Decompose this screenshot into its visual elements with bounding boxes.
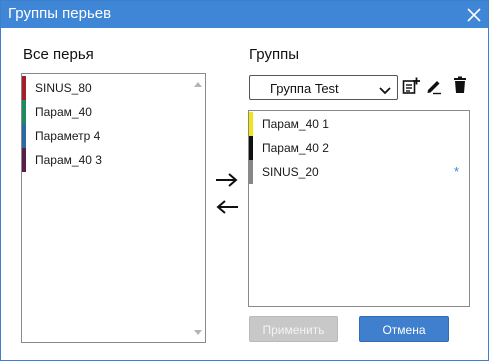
modified-marker: * (453, 164, 459, 179)
groups-heading: Группы (249, 46, 299, 63)
pen-label: SINUS_20 (262, 165, 319, 179)
pen-color-bar (249, 136, 253, 160)
list-item[interactable]: Парам_40 (22, 100, 205, 124)
all-pens-list[interactable]: SINUS_80 Парам_40 Параметр 4 Парам_40 3 (21, 73, 206, 343)
chevron-down-icon (379, 83, 391, 95)
pen-color-bar (22, 124, 26, 148)
scroll-down-icon[interactable] (194, 330, 202, 335)
all-pens-heading: Все перья (23, 46, 94, 63)
scroll-up-icon[interactable] (194, 82, 202, 87)
arrow-left-icon[interactable] (214, 199, 240, 215)
cancel-button[interactable]: Отмена (359, 316, 449, 342)
pen-label: Парам_40 1 (262, 117, 329, 131)
pen-color-bar (22, 76, 26, 100)
pen-label: Параметр 4 (35, 129, 101, 143)
pen-color-bar (249, 112, 253, 136)
list-item[interactable]: Парам_40 3 (22, 148, 205, 172)
group-select[interactable]: Группа Test (249, 75, 398, 100)
list-item[interactable]: SINUS_20 * (249, 160, 469, 184)
dialog-title: Группы перьев (8, 5, 112, 22)
list-item[interactable]: SINUS_80 (22, 76, 205, 100)
pen-color-bar (22, 148, 26, 172)
list-item[interactable]: Парам_40 2 (249, 136, 469, 160)
close-icon[interactable] (464, 5, 484, 25)
group-pens-list[interactable]: Парам_40 1 Парам_40 2 SINUS_20 * (248, 110, 470, 307)
pen-color-bar (22, 100, 26, 124)
pen-groups-dialog: Группы перьев Все перья SINUS_80 Парам_4… (0, 0, 489, 361)
trash-icon[interactable] (451, 76, 469, 94)
scrollbar[interactable] (191, 74, 205, 342)
playlist-add-icon[interactable] (402, 77, 420, 95)
pen-label: SINUS_80 (35, 81, 92, 95)
pen-label: Парам_40 2 (262, 141, 329, 155)
title-bar: Группы перьев (1, 1, 488, 28)
selected-group: Группа Test (270, 81, 339, 96)
arrow-right-icon[interactable] (214, 172, 240, 188)
pen-color-bar (249, 160, 253, 184)
edit-icon[interactable] (425, 77, 443, 95)
list-item[interactable]: Парам_40 1 (249, 112, 469, 136)
pen-label: Парам_40 (35, 105, 92, 119)
pen-label: Парам_40 3 (35, 153, 102, 167)
list-item[interactable]: Параметр 4 (22, 124, 205, 148)
apply-button[interactable]: Применить (249, 316, 338, 342)
